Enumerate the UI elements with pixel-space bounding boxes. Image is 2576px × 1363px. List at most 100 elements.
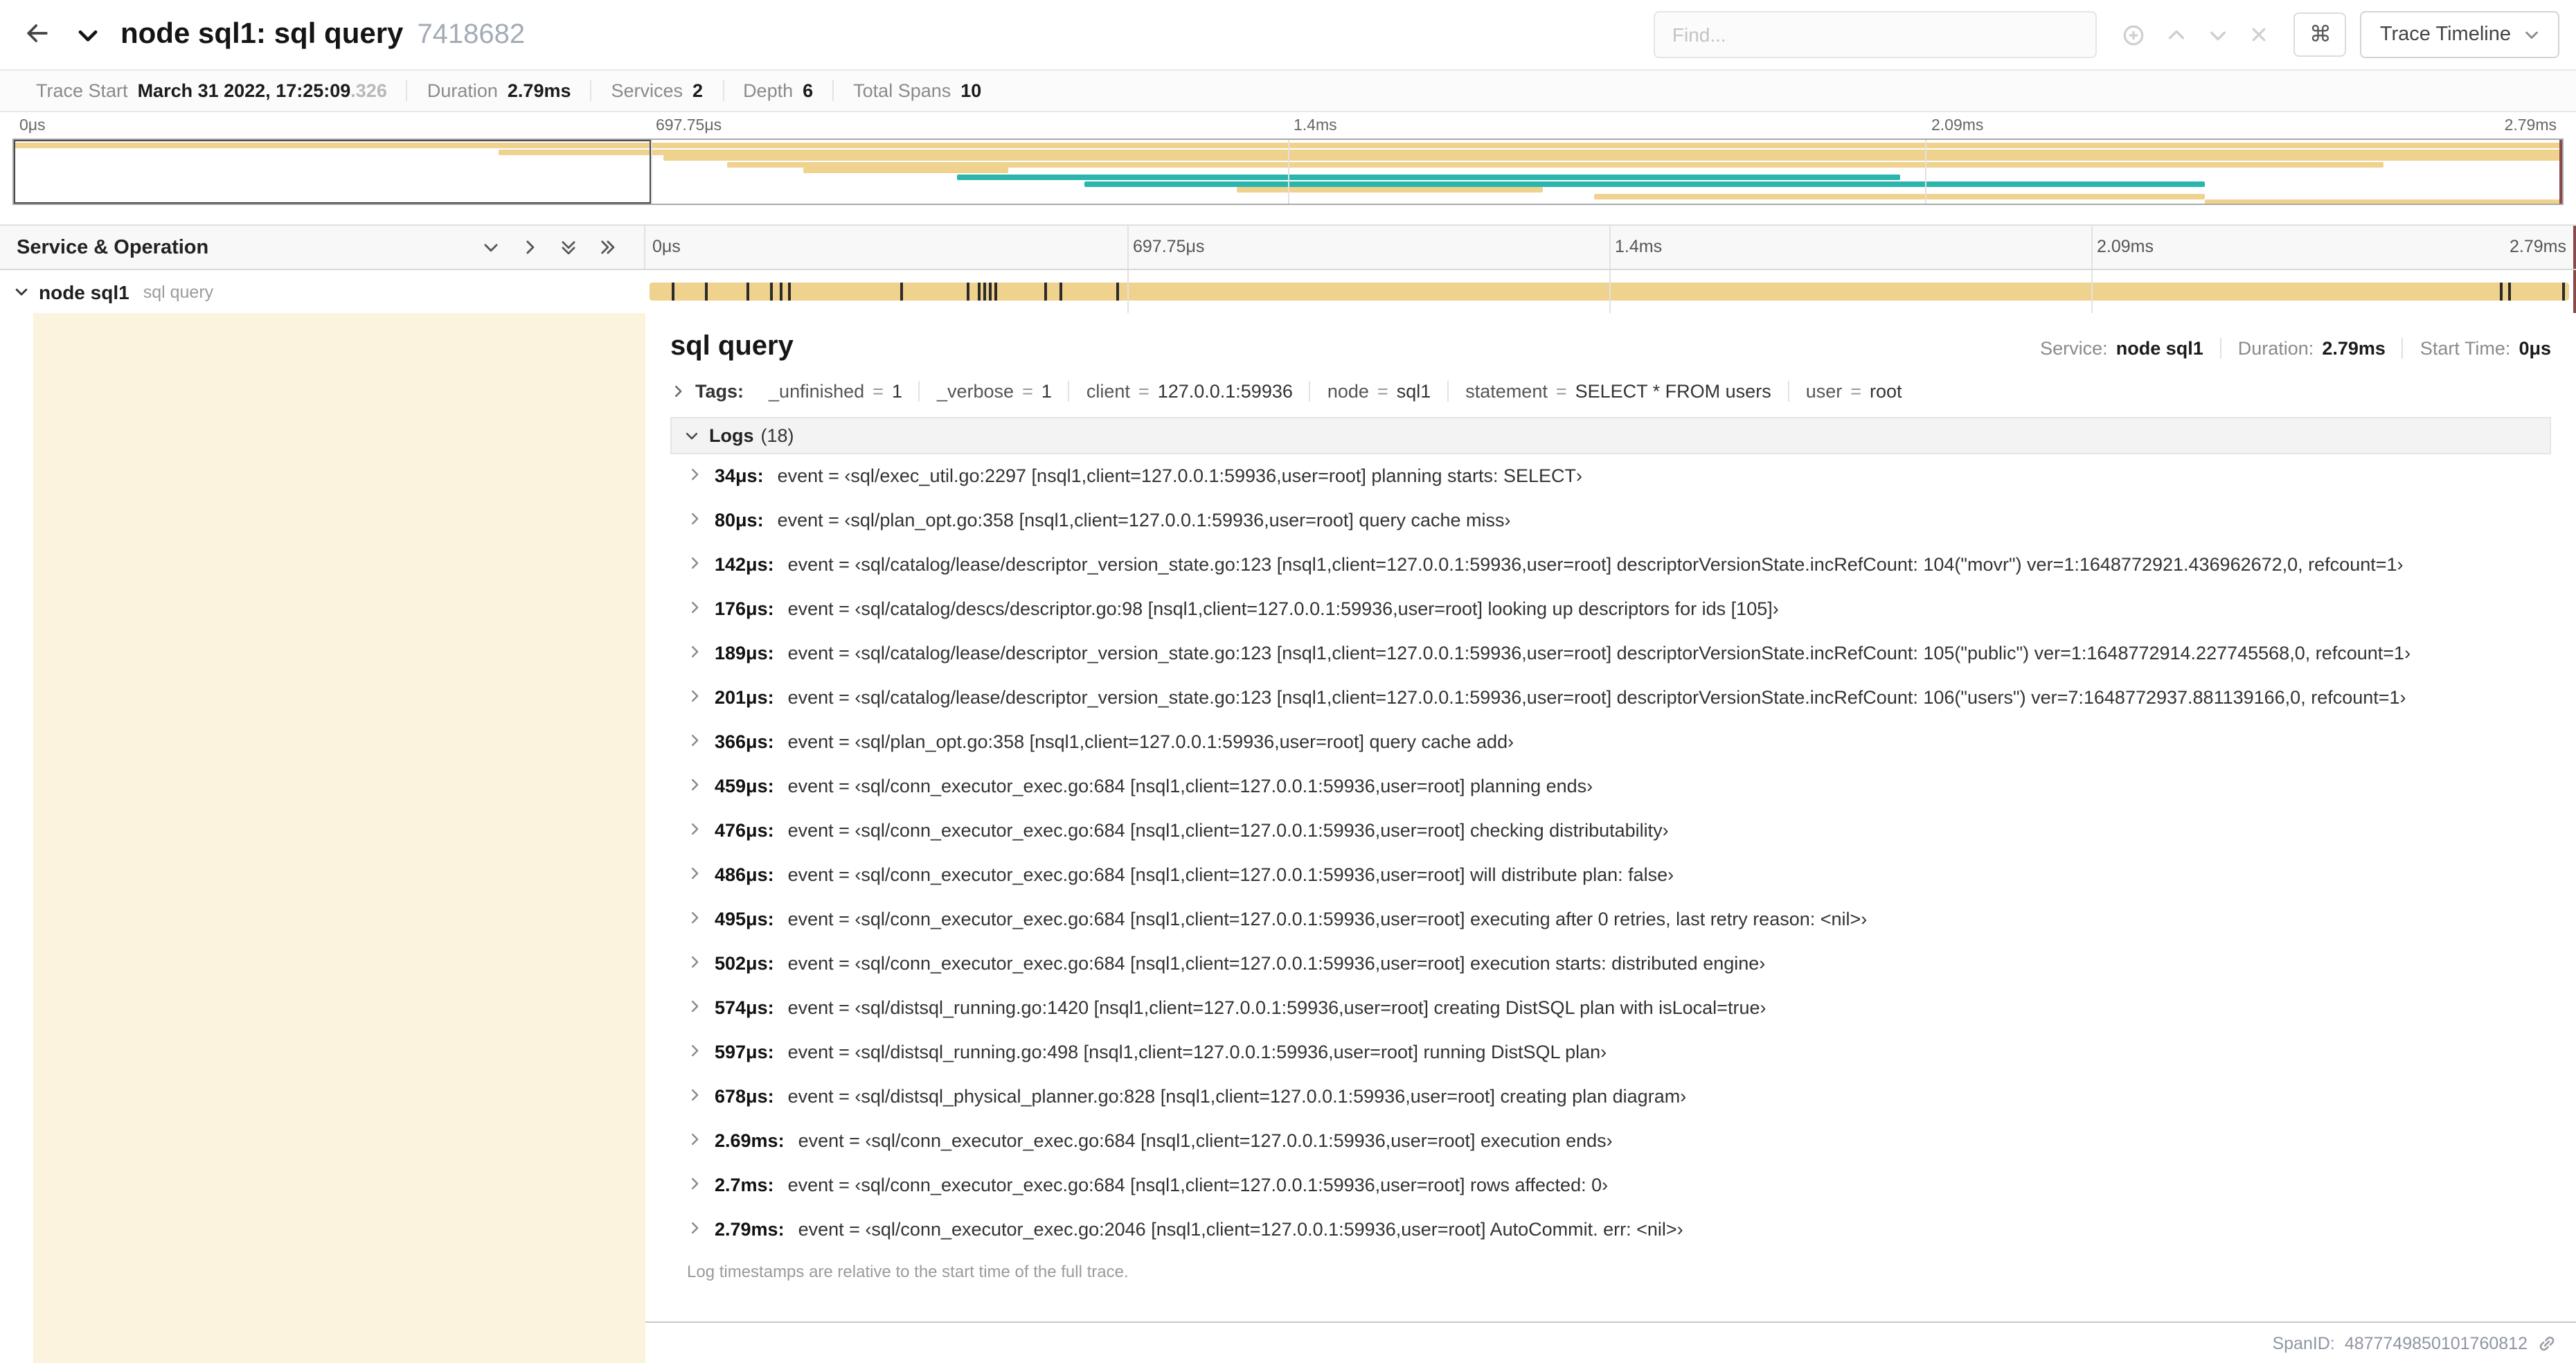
log-entry[interactable]: 678μs: event = ‹sql/distsql_physical_pla… [670,1075,2551,1119]
minimap-canvas[interactable] [12,139,2564,205]
collapse-trace-chevron-icon[interactable] [72,19,104,51]
collapse-level-icon[interactable] [482,238,500,256]
log-entry[interactable]: 366μs: event = ‹sql/plan_opt.go:358 [nsq… [670,720,2551,765]
grid-line [1127,270,1129,313]
log-message: event = ‹sql/plan_opt.go:358 [nsql1,clie… [777,510,1511,531]
prev-result-icon[interactable] [2167,24,2188,45]
tags-row[interactable]: Tags: _unfinished = 1 _verbose = 1 client = 12… [670,381,2551,402]
find-controls [2111,23,2280,46]
log-tick [966,283,969,301]
log-tick [787,283,791,301]
minimap-span [727,161,2384,168]
find-input[interactable] [1654,11,2098,58]
log-message: event = ‹sql/distsql_physical_planner.go… [787,1086,1687,1107]
minimap-right-scrubber[interactable] [2559,140,2562,204]
zoom-in-icon[interactable] [2122,23,2146,46]
log-message: event = ‹sql/distsql_running.go:498 [nsq… [787,1042,1607,1062]
clear-search-icon[interactable] [2250,25,2269,44]
spanid-footer: SpanID: 4877749850101760812 [645,1323,2576,1363]
log-entry[interactable]: 476μs: event = ‹sql/conn_executor_exec.g… [670,809,2551,853]
summary-item: Duration 2.79ms [406,80,591,101]
log-tick [770,283,773,301]
log-timestamp: 189μs: [715,643,774,663]
expand-all-icon[interactable] [598,238,616,256]
log-chevron-icon [687,511,702,526]
arrow-left-icon [22,17,53,48]
log-timestamp: 2.79ms: [715,1219,785,1240]
log-message: event = ‹sql/conn_executor_exec.go:2046 … [798,1219,1683,1240]
log-chevron-icon [687,954,702,970]
expand-level-icon[interactable] [521,238,539,256]
trace-name: node sql1: sql query [120,18,404,50]
minimap-selection-box[interactable] [14,140,651,204]
span-operation-name: sql query [143,282,214,301]
logs-chevron-icon [684,428,699,443]
log-tick [1116,283,1119,301]
log-entry[interactable]: 2.69ms: event = ‹sql/conn_executor_exec.… [670,1119,2551,1164]
grid-line [651,140,652,204]
log-entry[interactable]: 176μs: event = ‹sql/catalog/descs/descri… [670,587,2551,632]
back-button[interactable] [17,12,58,57]
span-row-timeline[interactable] [645,270,2576,313]
logs-header[interactable]: Logs (18) [670,417,2551,454]
trace-view-select[interactable]: Trace Timeline [2360,11,2559,58]
span-detail-left-column [0,313,645,1363]
log-entry[interactable]: 201μs: event = ‹sql/catalog/lease/descri… [670,676,2551,720]
log-chevron-icon [687,733,702,748]
log-chevron-icon [687,1220,702,1236]
log-message: event = ‹sql/conn_executor_exec.go:684 [… [787,953,1766,974]
log-message: event = ‹sql/conn_executor_exec.go:684 [… [787,1175,1609,1195]
log-entry[interactable]: 34μs: event = ‹sql/exec_util.go:2297 [ns… [670,454,2551,499]
next-result-icon[interactable] [2208,24,2229,45]
log-timestamp: 486μs: [715,864,774,885]
spanid-value: 4877749850101760812 [2344,1333,2528,1353]
span-meta-item: Duration: 2.79ms [2219,338,2402,359]
log-entry[interactable]: 2.79ms: event = ‹sql/conn_executor_exec.… [670,1208,2551,1252]
log-entry[interactable]: 486μs: event = ‹sql/conn_executor_exec.g… [670,853,2551,898]
span-detail-meta: Service: node sql1 Duration: 2.79ms Start … [2023,338,2551,359]
log-chevron-icon [687,999,702,1014]
log-message: event = ‹sql/catalog/lease/descriptor_ve… [787,643,2411,663]
minimap-span [1237,187,1543,193]
tick-label: 697.75μs [656,118,722,134]
log-entry[interactable]: 574μs: event = ‹sql/distsql_running.go:1… [670,986,2551,1031]
span-row[interactable]: node sql1 sql query [0,270,2576,313]
log-chevron-icon [687,1176,702,1191]
log-message: event = ‹sql/distsql_running.go:1420 [ns… [787,997,1766,1018]
trace-id: 7418682 [417,19,526,50]
log-entry[interactable]: 189μs: event = ‹sql/catalog/lease/descri… [670,632,2551,676]
keyboard-shortcuts-button[interactable]: ⌘ [2293,12,2347,57]
log-entry[interactable]: 502μs: event = ‹sql/conn_executor_exec.g… [670,942,2551,986]
tag-item: _unfinished = 1 [769,381,902,402]
log-entry[interactable]: 459μs: event = ‹sql/conn_executor_exec.g… [670,765,2551,809]
log-chevron-icon [687,467,702,482]
log-entry[interactable]: 142μs: event = ‹sql/catalog/lease/descri… [670,543,2551,587]
log-tick [989,283,992,301]
minimap-span [803,168,1008,174]
log-tick [977,283,981,301]
log-timestamp: 2.69ms: [715,1130,785,1151]
log-entry[interactable]: 2.7ms: event = ‹sql/conn_executor_exec.g… [670,1164,2551,1208]
tag-item: statement = SELECT * FROM users [1447,381,1787,402]
log-tick [746,283,750,301]
span-detail-row: sql query Service: node sql1 Duration: 2.7… [0,313,2576,1363]
tick-label: 1.4ms [1294,118,1337,134]
log-timestamp: 2.7ms: [715,1175,774,1195]
log-timestamp: 80μs: [715,510,764,531]
log-chevron-icon [687,688,702,704]
log-tick [994,283,998,301]
log-message: event = ‹sql/catalog/lease/descriptor_ve… [787,554,2404,575]
deep-link-icon[interactable] [2537,1333,2557,1353]
tag-item: client = 127.0.0.1:59936 [1068,381,1309,402]
log-entry[interactable]: 80μs: event = ‹sql/plan_opt.go:358 [nsql… [670,499,2551,543]
log-entry[interactable]: 597μs: event = ‹sql/distsql_running.go:4… [670,1031,2551,1075]
log-timestamp: 366μs: [715,731,774,752]
collapse-all-icon[interactable] [560,238,578,256]
minimap-tick-labels: 0μs 697.75μs 1.4ms 2.09ms 2.79ms [12,116,2564,139]
tick-label: 2.09ms [1931,118,1984,134]
span-row-label[interactable]: node sql1 sql query [0,270,645,313]
grid-line [1609,270,1611,313]
spanid-label: SpanID: [2272,1333,2335,1353]
span-collapse-chevron-icon[interactable] [14,284,29,299]
log-entry[interactable]: 495μs: event = ‹sql/conn_executor_exec.g… [670,898,2551,942]
